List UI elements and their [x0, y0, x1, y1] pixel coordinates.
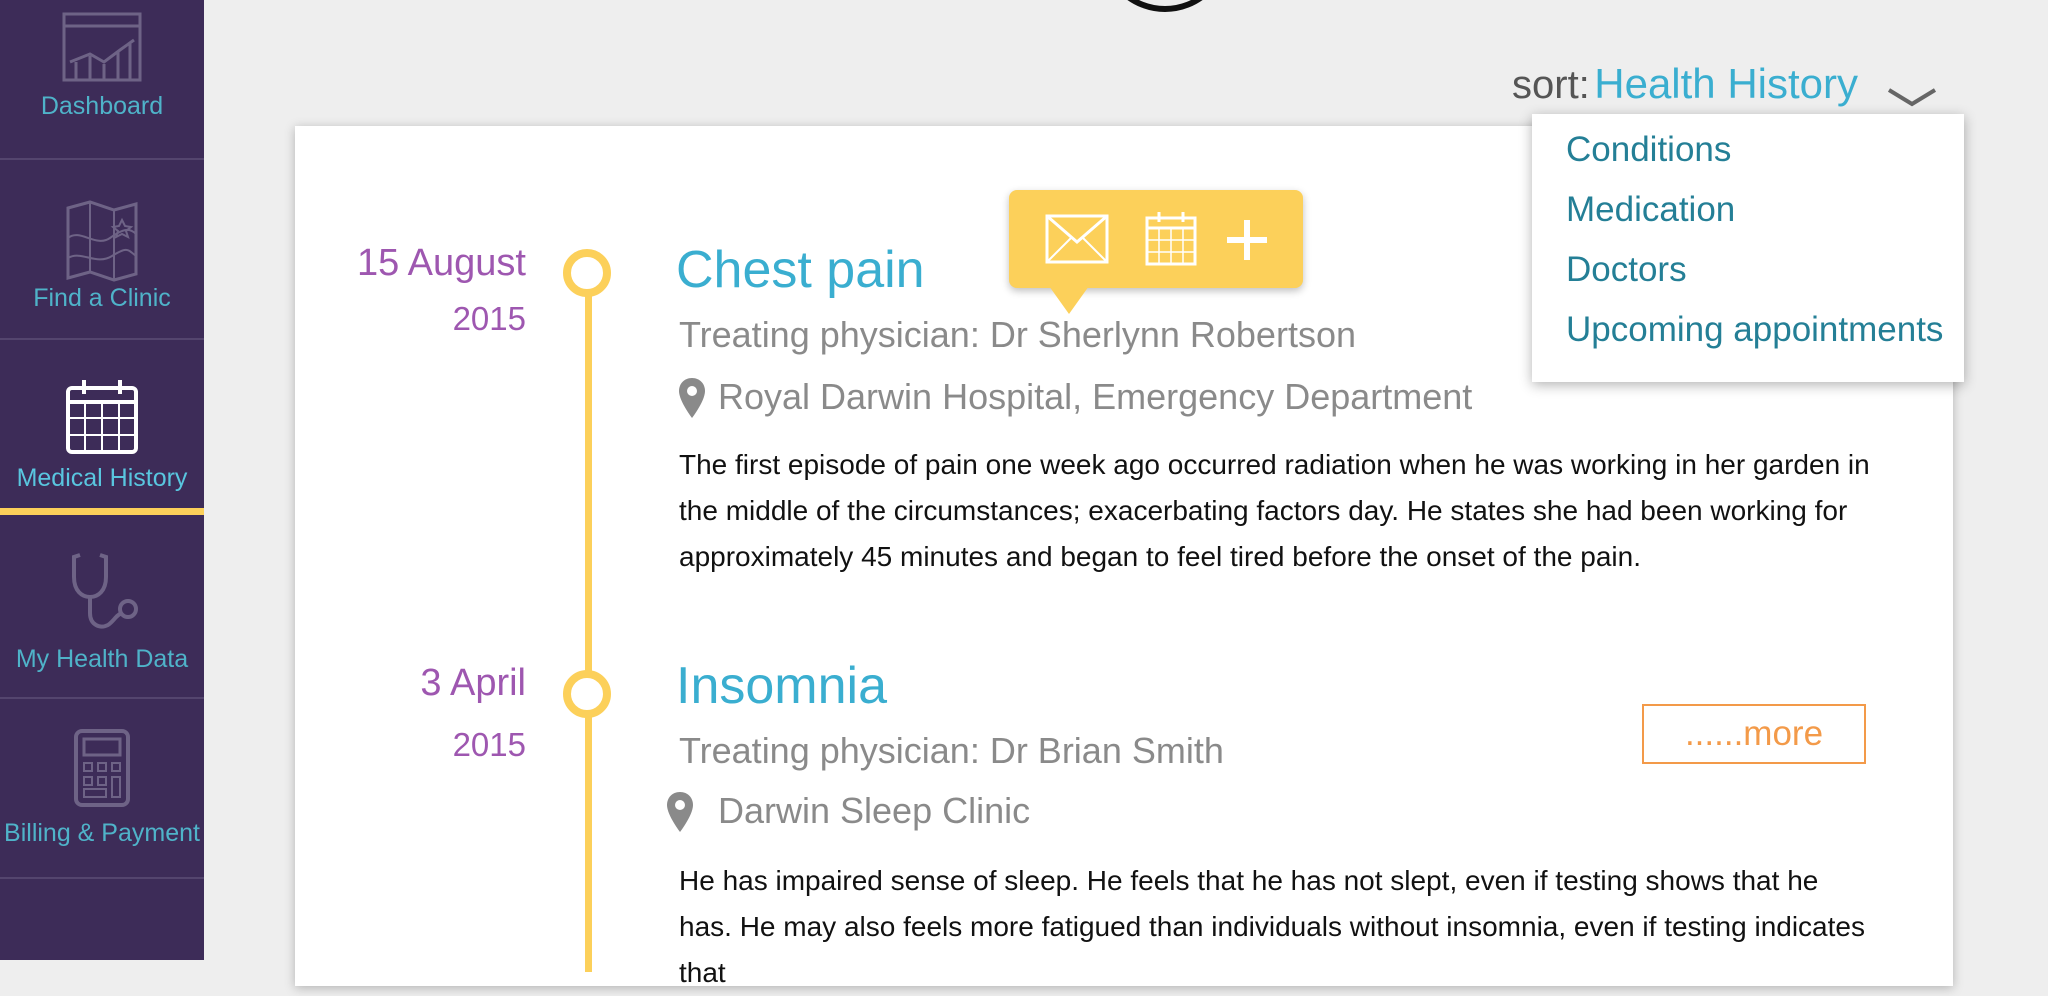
- plus-icon[interactable]: [1225, 218, 1269, 262]
- sidebar-item-billing-payment[interactable]: Billing & Payment: [0, 699, 204, 879]
- sort-label: sort:: [1512, 63, 1590, 107]
- entry-location: Darwin Sleep Clinic: [718, 790, 1031, 831]
- entry-title[interactable]: Insomnia: [676, 656, 887, 716]
- sort-option-upcoming-appointments[interactable]: Upcoming appointments: [1566, 310, 1943, 350]
- calculator-icon: [74, 729, 130, 807]
- location-pin-icon: [679, 378, 705, 418]
- sidebar-item-label: Find a Clinic: [33, 284, 171, 312]
- timeline-dot: [563, 670, 611, 718]
- sort-control: sort: Health History: [1512, 60, 1937, 120]
- entry-actions-popup: [1009, 190, 1303, 288]
- sidebar-item-dashboard[interactable]: Dashboard: [0, 0, 204, 160]
- sort-selected-value[interactable]: Health History: [1594, 60, 1858, 107]
- sort-option-medication[interactable]: Medication: [1566, 190, 1735, 230]
- entry-physician: Treating physician: Dr Brian Smith: [679, 730, 1224, 771]
- entry-date-day: 3 April: [420, 662, 526, 704]
- dashboard-chart-icon: [62, 12, 142, 82]
- stethoscope-icon: [72, 553, 138, 629]
- email-icon[interactable]: [1045, 214, 1109, 264]
- chevron-down-icon[interactable]: [1885, 84, 1939, 110]
- entry-location: Royal Darwin Hospital, Emergency Departm…: [718, 376, 1473, 417]
- active-nav-indicator: [0, 508, 204, 515]
- sidebar-item-medical-history[interactable]: Medical History: [0, 340, 204, 508]
- entry-description: The first episode of pain one week ago o…: [679, 449, 1870, 572]
- timeline-line: [585, 272, 592, 972]
- sidebar: Dashboard Find a Clinic Medical History: [0, 0, 204, 960]
- entry-date-year: 2015: [452, 726, 526, 763]
- calendar-icon[interactable]: [1145, 210, 1197, 266]
- sidebar-item-label: Dashboard: [40, 92, 164, 120]
- location-pin-icon: [667, 792, 693, 832]
- entry-title[interactable]: Chest pain: [676, 240, 925, 300]
- timeline-dot: [563, 249, 611, 297]
- entry-date-year: 2015: [452, 300, 526, 337]
- sidebar-item-label: My Health Data: [15, 645, 189, 673]
- sidebar-item-my-health-data[interactable]: My Health Data: [0, 515, 204, 699]
- sort-option-conditions[interactable]: Conditions: [1566, 130, 1731, 170]
- sidebar-item-label: Billing & Payment: [4, 819, 200, 847]
- sidebar-item-label: Medical History: [16, 464, 188, 492]
- sort-dropdown-menu: Conditions Medication Doctors Upcoming a…: [1532, 114, 1964, 382]
- entry-date-day: 15 August: [356, 242, 526, 284]
- popup-pointer: [1049, 286, 1089, 314]
- sidebar-item-find-a-clinic[interactable]: Find a Clinic: [0, 160, 204, 340]
- calendar-icon: [66, 380, 138, 454]
- entry-description: He has impaired sense of sleep. He feels…: [679, 865, 1865, 988]
- avatar[interactable]: [1100, 0, 1230, 12]
- entry-physician: Treating physician: Dr Sherlynn Robertso…: [679, 314, 1356, 355]
- sort-option-doctors[interactable]: Doctors: [1566, 250, 1687, 290]
- map-icon: [66, 200, 138, 282]
- more-button[interactable]: ......more: [1642, 704, 1866, 764]
